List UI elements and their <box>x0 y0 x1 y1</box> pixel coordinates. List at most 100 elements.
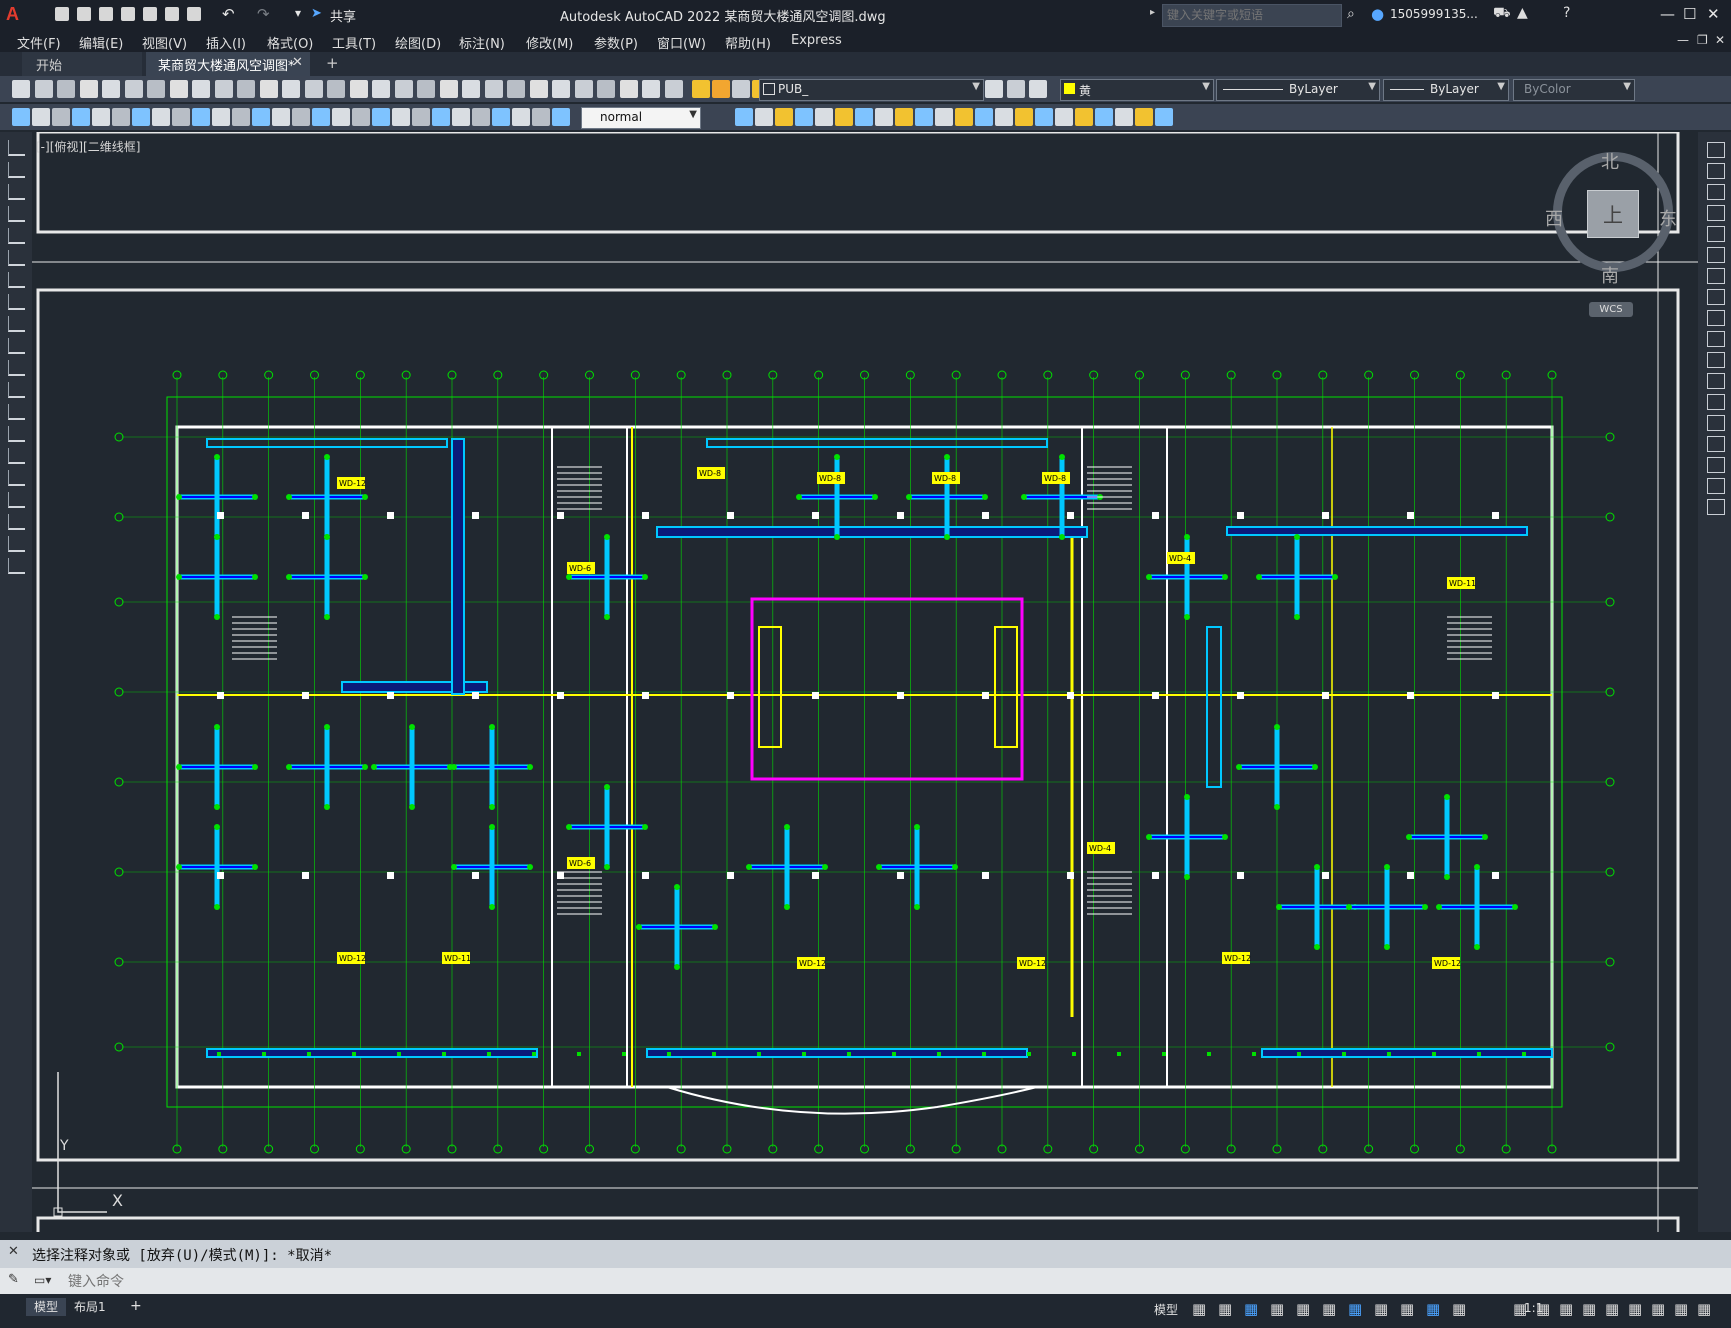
insert-block-icon[interactable] <box>8 382 25 398</box>
graphics-performance-icon[interactable]: ▦ <box>1651 1300 1665 1318</box>
add-selected-icon[interactable] <box>8 558 25 574</box>
layer-state-icon[interactable] <box>552 80 570 98</box>
close-command-icon[interactable]: ✕ <box>8 1244 19 1259</box>
dim-arc-icon[interactable] <box>452 108 470 126</box>
gradient-icon[interactable] <box>8 470 25 486</box>
menu-modify[interactable]: 修改(M) <box>526 33 573 52</box>
autocad-logo[interactable]: A <box>6 4 19 25</box>
menu-window[interactable]: 窗口(W) <box>657 33 706 52</box>
tolerance-icon[interactable] <box>272 108 290 126</box>
compass-east[interactable]: 东 <box>1659 205 1677 231</box>
dim-edit-icon[interactable] <box>352 108 370 126</box>
stretch-icon[interactable] <box>1707 310 1725 326</box>
annotation-scale-icon[interactable]: ▦ <box>1513 1300 1527 1318</box>
quick-dim-icon[interactable] <box>172 108 190 126</box>
share-button[interactable]: 共享 <box>330 6 356 25</box>
preview-icon[interactable] <box>664 80 683 98</box>
center-mark-icon[interactable] <box>292 108 310 126</box>
erase-icon[interactable] <box>1035 108 1053 126</box>
dim-radius-icon[interactable] <box>492 108 510 126</box>
ortho-icon[interactable]: ▦ <box>1244 1300 1258 1318</box>
revision-cloud-icon[interactable] <box>8 294 25 310</box>
offset-icon[interactable] <box>775 108 793 126</box>
sheet-set-icon[interactable] <box>439 80 458 98</box>
rotate-icon[interactable] <box>1155 108 1173 126</box>
user-icon[interactable]: ● <box>1371 5 1384 23</box>
copy-icon[interactable] <box>1707 163 1725 179</box>
open-icon[interactable] <box>597 80 615 98</box>
zoom-prev-icon[interactable] <box>349 80 368 98</box>
undo-icon[interactable] <box>237 80 255 98</box>
ellipse-arc-icon[interactable] <box>8 360 25 376</box>
hatch-icon[interactable] <box>8 448 25 464</box>
otrack-icon[interactable]: ▦ <box>1348 1300 1362 1318</box>
layer-match-icon[interactable] <box>1029 80 1047 98</box>
dim-diameter-icon[interactable] <box>132 108 150 126</box>
search-icon[interactable]: ⌕ <box>1347 6 1355 22</box>
expand-search-icon[interactable]: ▸ <box>1150 7 1155 18</box>
match-icon[interactable] <box>214 80 233 98</box>
mirror-icon[interactable] <box>755 108 773 126</box>
publish-icon[interactable] <box>124 80 143 98</box>
help-icon[interactable] <box>507 80 525 98</box>
dim-update-icon[interactable] <box>392 108 410 126</box>
make-current-icon[interactable] <box>1007 80 1025 98</box>
offset-icon[interactable] <box>1707 205 1725 221</box>
lock-ui-icon[interactable]: ▦ <box>1605 1300 1619 1318</box>
add-layout-button[interactable]: + <box>122 1298 150 1316</box>
share-icon[interactable]: ➤ <box>311 6 322 21</box>
drawing-canvas[interactable]: WD-12 WD-6 WD-8 WD-8 WD-8 WD-8 WD-4 WD-11 WD-6 WD… <box>32 130 1698 1240</box>
zoom-window-icon[interactable] <box>327 80 345 98</box>
dim-linear-icon[interactable] <box>412 108 430 126</box>
continue-icon[interactable] <box>212 108 230 126</box>
clean-screen-icon[interactable]: ▦ <box>1674 1300 1688 1318</box>
transparency-icon[interactable]: ▦ <box>1400 1300 1414 1318</box>
break-icon[interactable] <box>935 108 953 126</box>
region-icon[interactable] <box>8 492 25 508</box>
menu-view[interactable]: 视图(V) <box>142 33 187 52</box>
wcs-menu[interactable]: WCS <box>1589 302 1633 317</box>
new-icon[interactable] <box>574 80 593 98</box>
break-point-icon[interactable] <box>1707 373 1725 389</box>
help-search-input[interactable] <box>1163 5 1341 24</box>
arc-icon[interactable] <box>8 250 25 266</box>
trim-icon[interactable] <box>895 108 913 126</box>
save-icon[interactable] <box>57 80 75 98</box>
redo-icon[interactable] <box>259 80 278 98</box>
make-block-icon[interactable] <box>8 404 25 420</box>
dim-ordinate-icon[interactable] <box>472 108 490 126</box>
zoom-icon[interactable] <box>304 80 323 98</box>
spline-icon[interactable] <box>8 316 25 332</box>
dim-linear-icon[interactable] <box>12 108 30 126</box>
mirror-icon[interactable] <box>1075 108 1093 126</box>
model-space-button[interactable]: 模型 <box>1154 1301 1178 1318</box>
erase-icon[interactable] <box>1707 142 1725 158</box>
mirror-icon[interactable] <box>1707 184 1725 200</box>
customize-icon[interactable]: ✎ <box>8 1272 19 1287</box>
circle-icon[interactable] <box>8 272 25 288</box>
polygon-icon[interactable] <box>8 206 25 222</box>
textstyle-combo[interactable]: normal ▼ <box>581 107 701 129</box>
menu-edit[interactable]: 编辑(E) <box>79 33 123 52</box>
tool-palette-icon[interactable] <box>417 80 435 98</box>
join-icon[interactable] <box>1707 415 1725 431</box>
scale-icon[interactable] <box>855 108 873 126</box>
array-icon[interactable] <box>1115 108 1133 126</box>
plot-icon[interactable] <box>187 7 201 21</box>
compass-south[interactable]: 南 <box>1601 262 1619 288</box>
plot-icon[interactable] <box>642 80 660 98</box>
customize-icon[interactable]: ▦ <box>1697 1300 1711 1318</box>
explode-icon[interactable] <box>1707 499 1725 515</box>
mtext-icon[interactable] <box>8 536 25 552</box>
new-icon[interactable] <box>12 80 30 98</box>
new-tab-button[interactable]: + <box>326 54 339 72</box>
grid-icon[interactable]: ▦ <box>1192 1300 1206 1318</box>
doc-restore-button[interactable]: ❐ <box>1697 33 1708 47</box>
compass-west[interactable]: 西 <box>1545 205 1563 231</box>
extend-icon[interactable] <box>1707 352 1725 368</box>
space-icon[interactable] <box>232 108 250 126</box>
redo-icon[interactable]: ↷ <box>257 5 270 23</box>
menu-express[interactable]: Express <box>791 33 842 48</box>
linetype-combo[interactable]: ByLayer ▼ <box>1216 79 1380 101</box>
command-input[interactable] <box>66 1271 1670 1293</box>
